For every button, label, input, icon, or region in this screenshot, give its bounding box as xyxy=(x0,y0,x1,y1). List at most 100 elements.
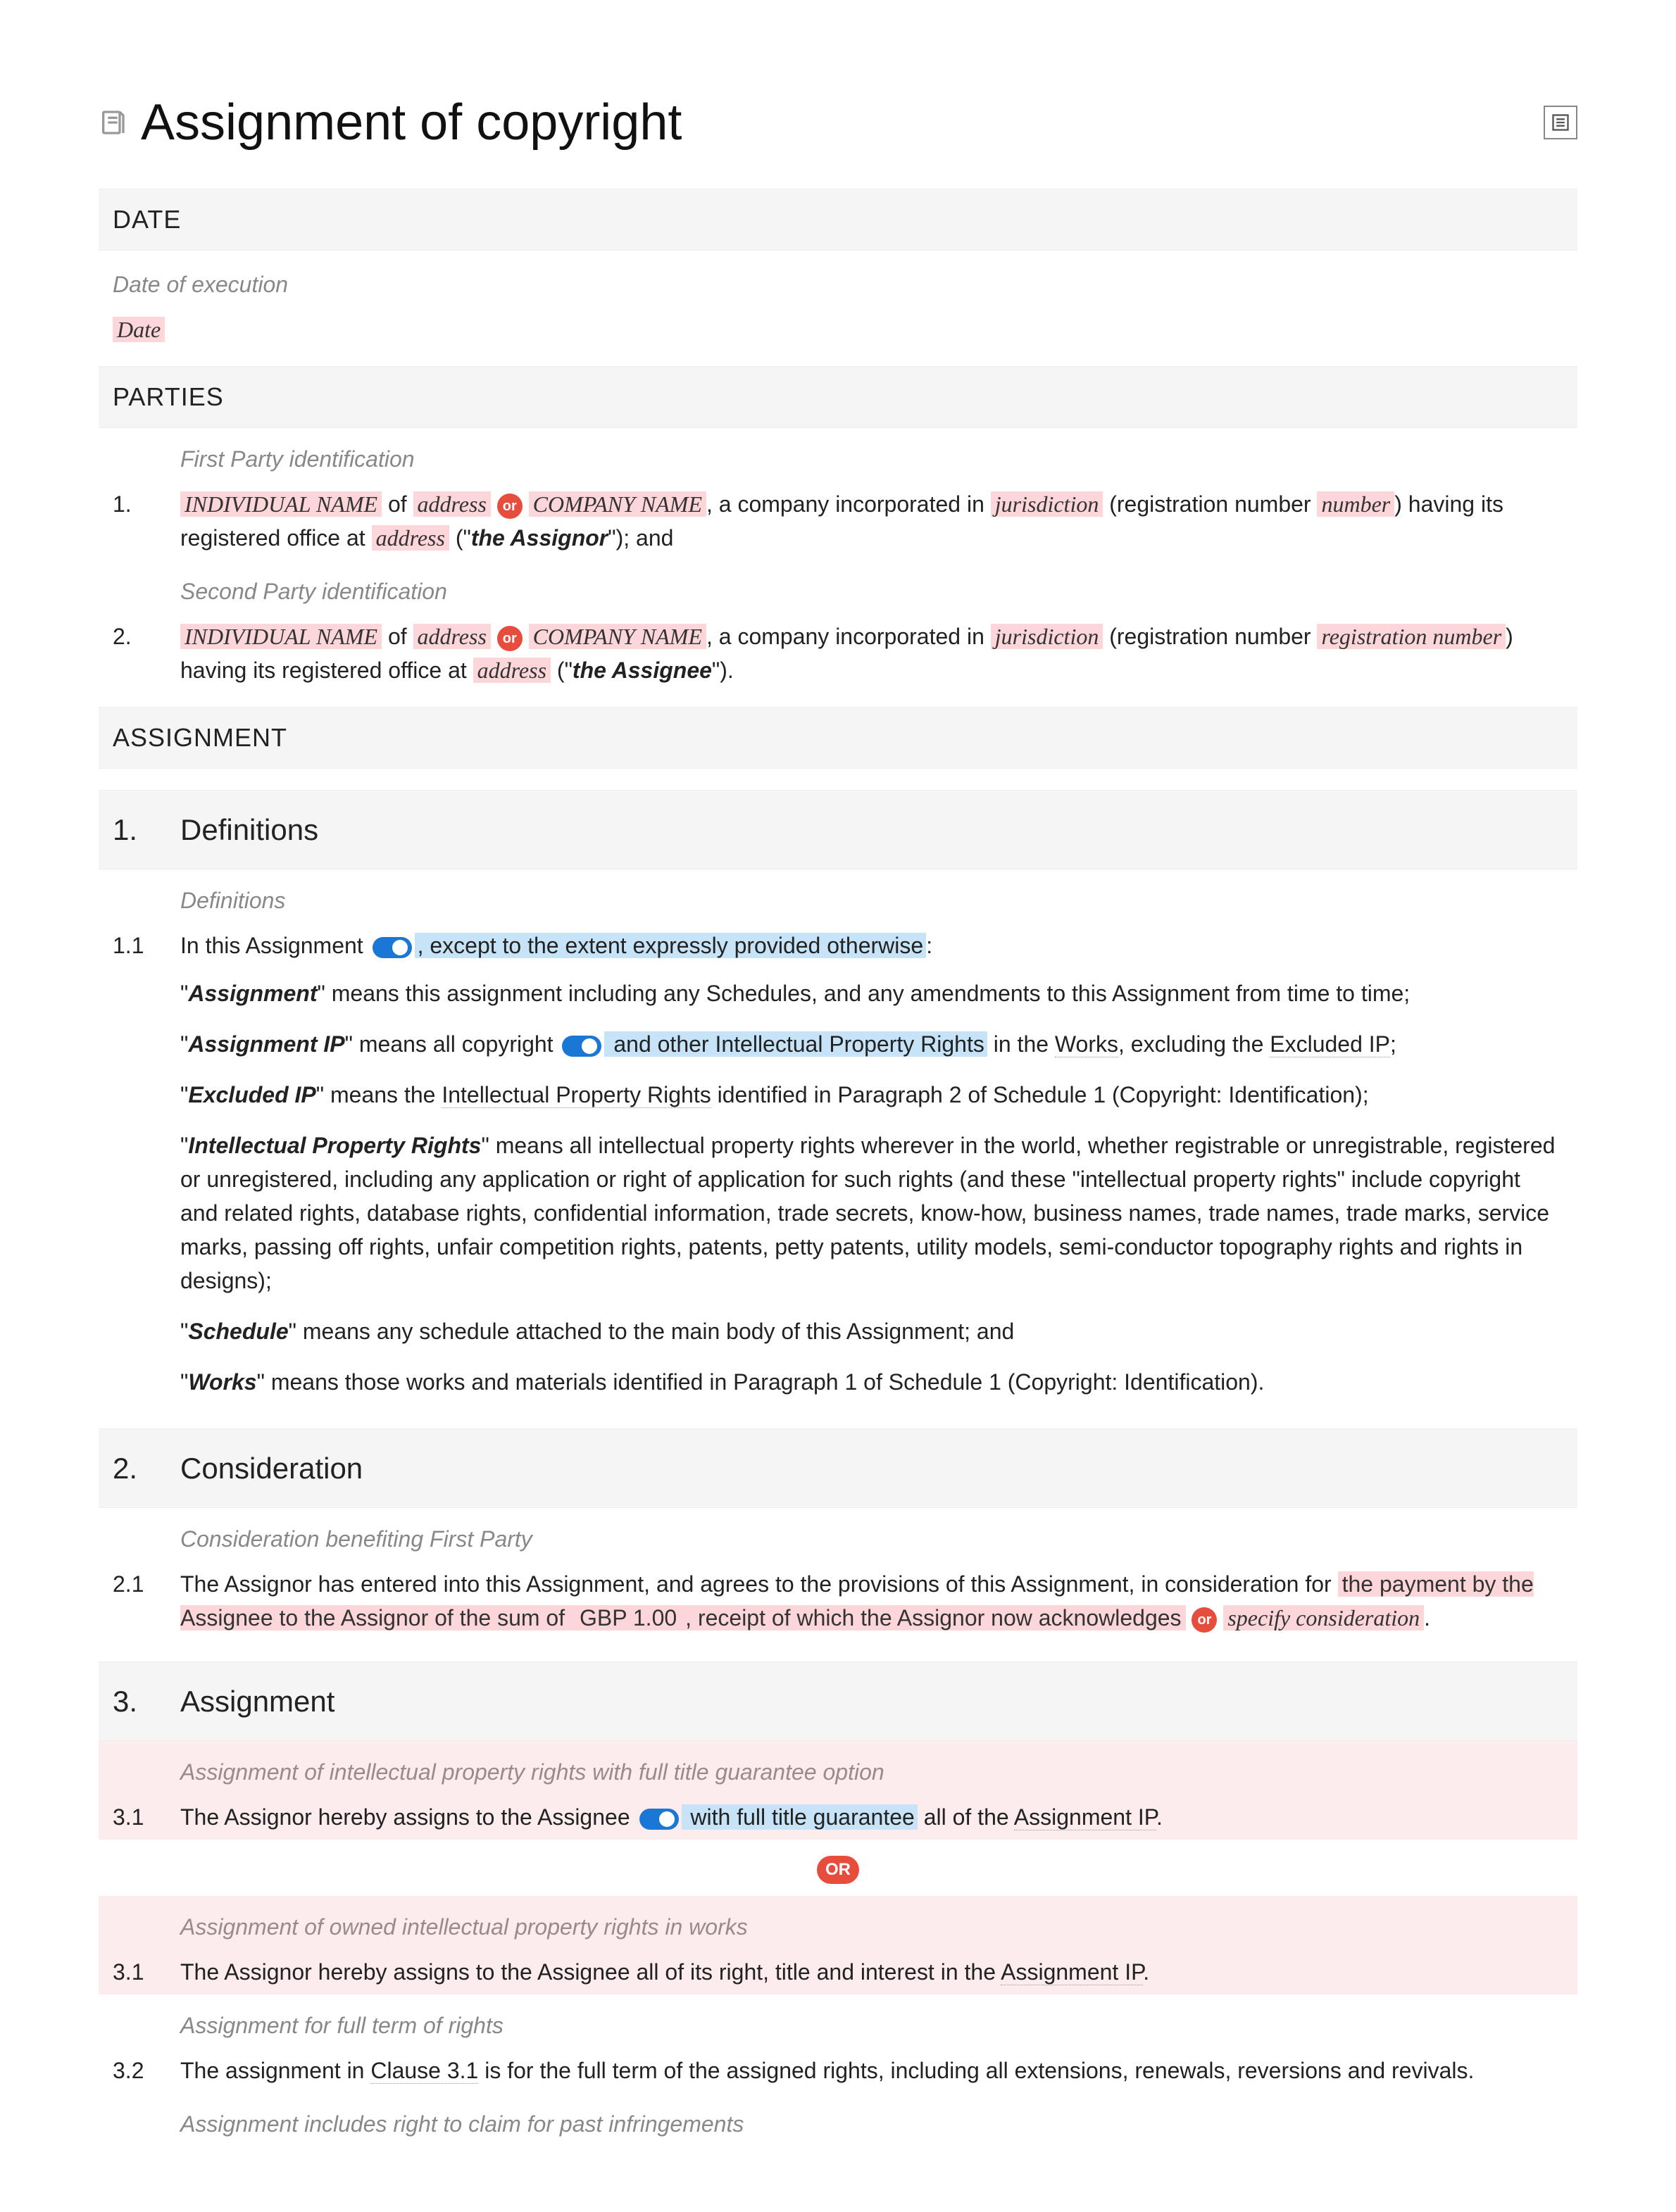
d1l2[interactable]: Excluded IP xyxy=(1270,1031,1390,1057)
cons-caption: Consideration benefiting First Party xyxy=(99,1508,1577,1561)
d1l1[interactable]: Works xyxy=(1055,1031,1118,1057)
cons-hl3[interactable]: , receipt of which the Assignor now ackn… xyxy=(681,1605,1185,1630)
asn-32-num: 3.2 xyxy=(113,2054,180,2087)
definitions-num: 1. xyxy=(113,807,180,852)
party2-addr2[interactable]: address xyxy=(473,658,551,683)
cons-hl2[interactable]: GBP 1.00 xyxy=(575,1605,681,1630)
party2-number[interactable]: registration number xyxy=(1317,624,1506,649)
asn-alt1-num: 3.1 xyxy=(113,1800,180,1834)
d0m: " means this assignment including any Sc… xyxy=(318,981,1411,1006)
section-date-heading: DATE xyxy=(99,189,1577,251)
asn-alt2-text: The Assignor hereby assigns to the Assig… xyxy=(180,1959,1001,1985)
d5m: " means those works and materials identi… xyxy=(257,1369,1265,1395)
asn-title: Assignment xyxy=(180,1679,334,1723)
party1-or[interactable]: or xyxy=(497,494,523,519)
asn-alt1-pre: The Assignor hereby assigns to the Assig… xyxy=(180,1804,630,1830)
def-lead-opt[interactable]: , except to the extent expressly provide… xyxy=(415,933,927,958)
asn-alt1-caption: Assignment of intellectual property righ… xyxy=(99,1741,1577,1795)
cons-or[interactable]: or xyxy=(1192,1607,1217,1633)
party2-content: INDIVIDUAL NAME of address or COMPANY NA… xyxy=(180,620,1563,687)
party2-roleclose: "). xyxy=(712,658,734,683)
asn-alt2-row: 3.1 The Assignor hereby assigns to the A… xyxy=(99,1949,1577,1994)
cons-item-num: 2.1 xyxy=(113,1567,180,1601)
party2-roleopen: (" xyxy=(551,658,573,683)
date-caption: Date of execution xyxy=(99,251,1577,307)
d5t: Works xyxy=(188,1369,256,1395)
asn-alt1-row: 3.1 The Assignor hereby assigns to the A… xyxy=(99,1795,1577,1840)
party2-or[interactable]: or xyxy=(497,626,523,651)
asn-alt2-content: The Assignor hereby assigns to the Assig… xyxy=(180,1955,1563,1989)
d1t: Assignment IP xyxy=(188,1031,344,1057)
d0p: " xyxy=(180,981,188,1006)
d2m: " means the xyxy=(316,1082,442,1107)
party2-role: the Assignee xyxy=(573,658,712,683)
d1po3: ; xyxy=(1390,1031,1396,1057)
party1-content: INDIVIDUAL NAME of address or COMPANY NA… xyxy=(180,487,1563,555)
party2-juris[interactable]: jurisdiction xyxy=(991,624,1103,649)
party1-juris[interactable]: jurisdiction xyxy=(991,491,1103,517)
date-value-wrap: Date xyxy=(113,313,1563,346)
d1m: " means all copyright xyxy=(345,1031,560,1057)
asn-or-pill[interactable]: OR xyxy=(817,1856,859,1884)
d4p: " xyxy=(180,1319,188,1344)
list-icon xyxy=(1551,113,1570,132)
cons-content: The Assignor has entered into this Assig… xyxy=(180,1567,1563,1635)
d1o[interactable]: and other Intellectual Property Rights xyxy=(604,1031,987,1057)
asn-alt2-caption: Assignment of owned intellectual propert… xyxy=(99,1896,1577,1949)
toggle-1[interactable] xyxy=(373,937,412,958)
asn-32-caption: Assignment for full term of rights xyxy=(99,1994,1577,2048)
asn-alt2-band: Assignment of owned intellectual propert… xyxy=(99,1896,1577,1994)
section-assignment-heading: ASSIGNMENT xyxy=(99,707,1577,769)
page-title: Assignment of copyright xyxy=(141,84,682,161)
asn-alt1-content: The Assignor hereby assigns to the Assig… xyxy=(180,1800,1563,1834)
asn-32-content: The assignment in Clause 3.1 is for the … xyxy=(180,2054,1563,2087)
d0t: Assignment xyxy=(188,981,317,1006)
asn-alt2-num: 3.1 xyxy=(113,1955,180,1989)
d2l1[interactable]: Intellectual Property Rights xyxy=(442,1082,711,1108)
asn-num: 3. xyxy=(113,1679,180,1723)
party2-incorp: , a company incorporated in xyxy=(706,624,991,649)
party1-row: 1. INDIVIDUAL NAME of address or COMPANY… xyxy=(99,482,1577,560)
asn-or-block: OR xyxy=(99,1851,1577,1885)
party1-incorp: , a company incorporated in xyxy=(706,491,991,517)
party1-indname[interactable]: INDIVIDUAL NAME xyxy=(180,491,382,517)
asn-32-pre: The assignment in xyxy=(180,2058,370,2083)
party1-compname[interactable]: COMPANY NAME xyxy=(529,491,706,517)
date-field[interactable]: Date xyxy=(113,317,165,342)
d3p: " xyxy=(180,1133,188,1158)
cons-end: . xyxy=(1424,1605,1430,1630)
consideration-heading: 2. Consideration xyxy=(99,1428,1577,1508)
document-icon xyxy=(99,108,127,137)
def-lead-content: In this Assignment , except to the exten… xyxy=(180,929,1563,962)
asn-32-link[interactable]: Clause 3.1 xyxy=(370,2058,478,2084)
assignment-heading: 3. Assignment xyxy=(99,1661,1577,1741)
asn-alt1-end: . xyxy=(1156,1804,1163,1830)
party1-caption: First Party identification xyxy=(99,428,1577,482)
asn-32-post: is for the full term of the assigned rig… xyxy=(478,2058,1474,2083)
party1-number[interactable]: number xyxy=(1317,491,1394,517)
toc-button[interactable] xyxy=(1544,106,1577,139)
section-parties-heading: PARTIES xyxy=(99,366,1577,428)
cons-num: 2. xyxy=(113,1446,180,1490)
party1-addr1[interactable]: address xyxy=(413,491,491,517)
title-left: Assignment of copyright xyxy=(99,84,682,161)
d2po: identified in Paragraph 2 of Schedule 1 … xyxy=(711,1082,1369,1107)
party2-indname[interactable]: INDIVIDUAL NAME xyxy=(180,624,382,649)
d1po2: , excluding the xyxy=(1118,1031,1270,1057)
toggle-2[interactable] xyxy=(562,1036,601,1057)
party1-roleopen: (" xyxy=(449,525,471,551)
asn-trail-caption: Assignment includes right to claim for p… xyxy=(99,2093,1577,2147)
party2-addr1[interactable]: address xyxy=(413,624,491,649)
party2-compname[interactable]: COMPANY NAME xyxy=(529,624,706,649)
asn-alt1-opt[interactable]: with full title guarantee xyxy=(682,1804,918,1830)
party2-row: 2. INDIVIDUAL NAME of address or COMPANY… xyxy=(99,614,1577,693)
asn-alt1-link[interactable]: Assignment IP xyxy=(1014,1804,1156,1830)
party1-addr2[interactable]: address xyxy=(372,525,449,551)
toggle-3[interactable] xyxy=(639,1809,679,1830)
cons-alt[interactable]: specify consideration xyxy=(1223,1605,1424,1630)
d1p: " xyxy=(180,1031,188,1057)
def-works: "Works" means those works and materials … xyxy=(180,1357,1577,1407)
d5p: " xyxy=(180,1369,188,1395)
party2-of: of xyxy=(382,624,413,649)
asn-alt2-link[interactable]: Assignment IP xyxy=(1001,1959,1143,1985)
